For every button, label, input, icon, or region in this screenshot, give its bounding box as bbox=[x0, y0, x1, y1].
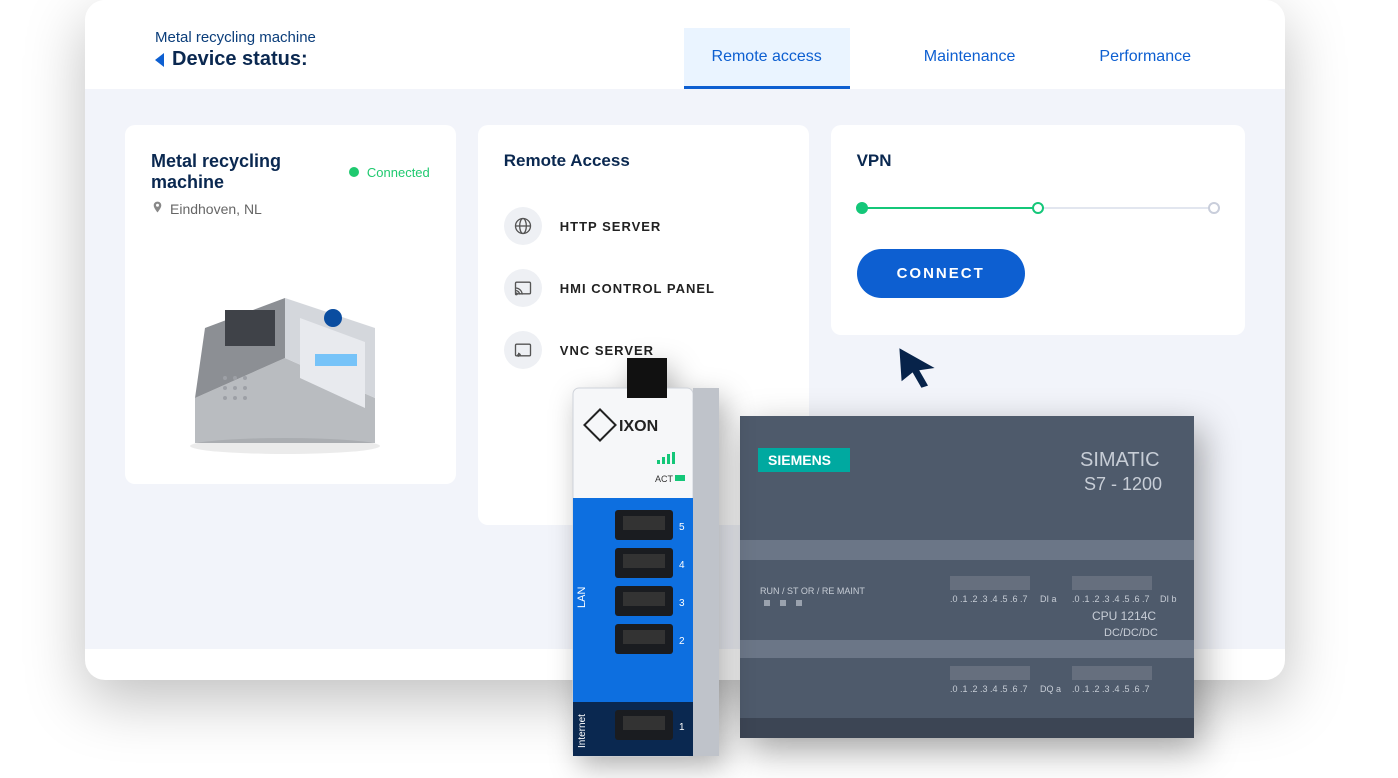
svg-text:.0 .1 .2 .3 .4 .5 .6 .7: .0 .1 .2 .3 .4 .5 .6 .7 bbox=[950, 594, 1028, 604]
back-chevron-icon[interactable] bbox=[155, 53, 164, 67]
svg-text:4: 4 bbox=[679, 560, 685, 571]
remote-access-label: HTTP SERVER bbox=[560, 219, 662, 234]
svg-text:DC/DC/DC: DC/DC/DC bbox=[1104, 627, 1158, 639]
svg-text:SIEMENS: SIEMENS bbox=[768, 452, 831, 468]
svg-text:S7 - 1200: S7 - 1200 bbox=[1084, 474, 1162, 494]
svg-text:1: 1 bbox=[679, 722, 685, 733]
globe-icon bbox=[504, 207, 542, 245]
vpn-card: VPN CONNECT bbox=[831, 125, 1245, 335]
svg-text:LAN: LAN bbox=[576, 587, 588, 608]
page-title: Device status: bbox=[172, 48, 308, 71]
breadcrumb: Metal recycling machine bbox=[155, 29, 316, 46]
remote-access-hmi[interactable]: HMI CONTROL PANEL bbox=[504, 257, 783, 319]
svg-text:ACT: ACT bbox=[655, 474, 674, 484]
status-dot-icon bbox=[349, 167, 359, 177]
device-card: Metal recycling machine Connected Eindho… bbox=[125, 125, 456, 484]
svg-text:DI b: DI b bbox=[1160, 594, 1177, 604]
remote-access-title: Remote Access bbox=[504, 151, 783, 171]
header: Metal recycling machine Device status: R… bbox=[85, 0, 1285, 89]
svg-text:.0 .1 .2 .3 .4 .5 .6 .7: .0 .1 .2 .3 .4 .5 .6 .7 bbox=[950, 684, 1028, 694]
location-text: Eindhoven, NL bbox=[170, 201, 262, 217]
status-label: Connected bbox=[367, 165, 430, 180]
remote-access-label: VNC SERVER bbox=[560, 343, 654, 358]
svg-text:DI a: DI a bbox=[1040, 594, 1057, 604]
svg-text:5: 5 bbox=[679, 522, 685, 533]
svg-text:3: 3 bbox=[679, 598, 685, 609]
ixon-router-illustration: IXON ACT LAN 5 4 3 2 1 Internet bbox=[567, 358, 725, 766]
svg-text:RUN / ST OR / RE MAINT: RUN / ST OR / RE MAINT bbox=[760, 586, 865, 596]
connect-button[interactable]: CONNECT bbox=[857, 249, 1025, 298]
remote-access-http[interactable]: HTTP SERVER bbox=[504, 195, 783, 257]
vpn-progress bbox=[857, 207, 1219, 209]
tabs: Remote access Maintenance Performance bbox=[684, 28, 1261, 89]
svg-text:Internet: Internet bbox=[577, 714, 588, 748]
progress-step-icon bbox=[1032, 202, 1044, 214]
tab-performance[interactable]: Performance bbox=[1089, 28, 1201, 89]
svg-text:IXON: IXON bbox=[619, 418, 658, 435]
svg-text:.0 .1 .2 .3 .4 .5 .6 .7: .0 .1 .2 .3 .4 .5 .6 .7 bbox=[1072, 684, 1150, 694]
tab-maintenance[interactable]: Maintenance bbox=[914, 28, 1026, 89]
vnc-icon bbox=[504, 331, 542, 369]
vpn-title: VPN bbox=[857, 151, 1219, 171]
siemens-plc-illustration: SIEMENS SIMATIC S7 - 1200 RUN / ST OR / … bbox=[740, 416, 1194, 738]
svg-text:.0 .1 .2 .3 .4 .5 .6 .7: .0 .1 .2 .3 .4 .5 .6 .7 bbox=[1072, 594, 1150, 604]
progress-step-icon bbox=[856, 202, 868, 214]
svg-text:SIMATIC: SIMATIC bbox=[1080, 449, 1160, 471]
progress-step-icon bbox=[1208, 202, 1220, 214]
status-badge: Connected bbox=[349, 165, 430, 180]
svg-text:CPU 1214C: CPU 1214C bbox=[1092, 609, 1156, 623]
machine-illustration bbox=[151, 258, 430, 458]
device-location: Eindhoven, NL bbox=[151, 199, 430, 218]
tab-remote-access[interactable]: Remote access bbox=[684, 28, 850, 89]
remote-access-label: HMI CONTROL PANEL bbox=[560, 281, 715, 296]
location-pin-icon bbox=[151, 199, 164, 218]
device-title: Metal recycling machine bbox=[151, 151, 349, 193]
svg-text:DQ a: DQ a bbox=[1040, 684, 1061, 694]
svg-text:2: 2 bbox=[679, 636, 685, 647]
cast-icon bbox=[504, 269, 542, 307]
